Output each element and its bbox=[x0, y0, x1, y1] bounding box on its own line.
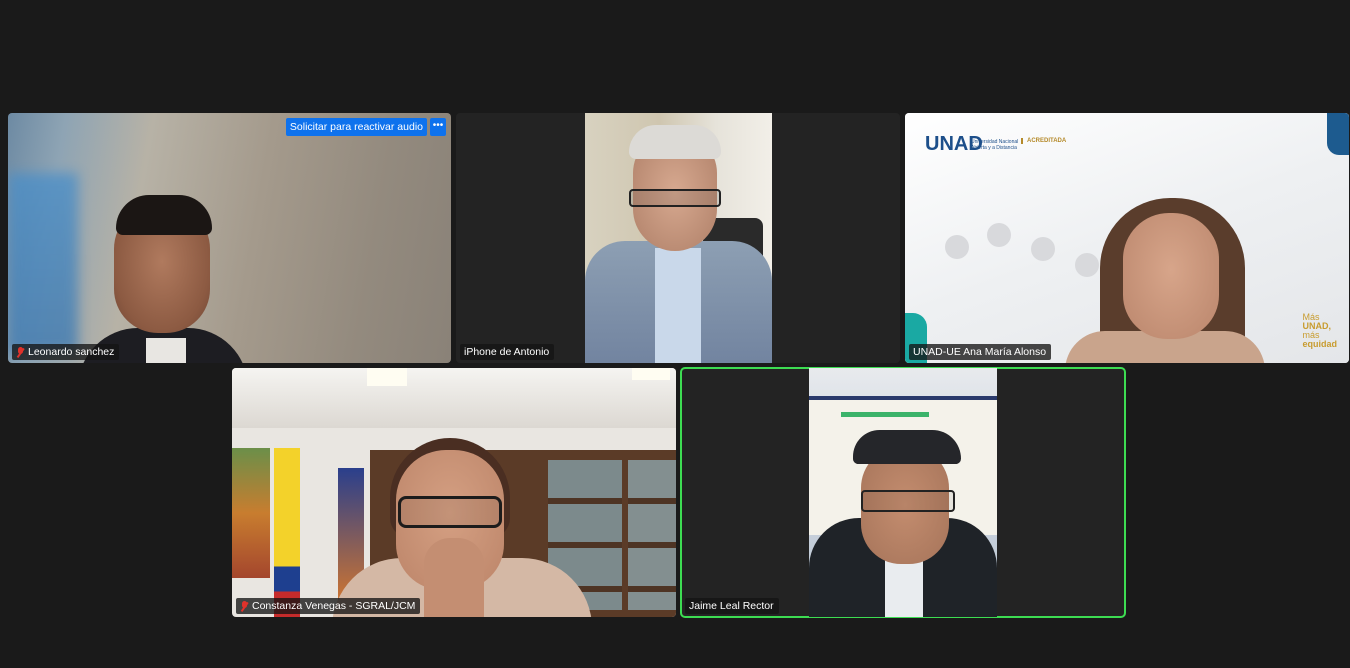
participant-name: Constanza Venegas - SGRAL/JCM bbox=[252, 600, 416, 612]
participant-hair bbox=[116, 195, 212, 235]
participant-name: Leonardo sanchez bbox=[28, 346, 115, 358]
participant-face bbox=[1123, 213, 1219, 339]
accreditation-badge: ACREDITADA bbox=[1021, 138, 1066, 144]
participant-name-tag: Jaime Leal Rector bbox=[685, 598, 779, 614]
request-unmute-group: Solicitar para reactivar audio ••• bbox=[285, 118, 446, 136]
video-tile-ana-maria[interactable]: UNAD Universidad Nacional Abierta y a Di… bbox=[905, 113, 1349, 363]
participant-name-tag: Leonardo sanchez bbox=[12, 344, 120, 360]
dot bbox=[1075, 253, 1099, 277]
participant-name-tag: Constanza Venegas - SGRAL/JCM bbox=[236, 598, 421, 614]
corner-accent bbox=[1327, 113, 1349, 155]
painting bbox=[232, 448, 270, 578]
logo-subtitle-line: Abierta y a Distancia bbox=[971, 145, 1017, 151]
mic-muted-icon bbox=[16, 346, 25, 358]
ceiling-light bbox=[632, 368, 670, 380]
flat-cap bbox=[853, 430, 961, 464]
participant-name: iPhone de Antonio bbox=[464, 346, 550, 358]
video-tile-antonio[interactable]: iPhone de Antonio bbox=[456, 113, 900, 363]
participant-shirt bbox=[655, 248, 701, 363]
video-feed bbox=[8, 113, 451, 363]
video-tile-jaime[interactable]: Jaime Leal Rector bbox=[680, 367, 1126, 618]
ceiling bbox=[232, 368, 676, 428]
video-feed bbox=[809, 368, 997, 617]
slogan-line: equidad bbox=[1302, 339, 1337, 349]
decorative-dots bbox=[945, 223, 1115, 283]
bookshelf-glass bbox=[628, 460, 676, 610]
dot bbox=[945, 235, 969, 259]
participant-shirt bbox=[146, 338, 186, 363]
video-tile-leonardo[interactable]: Solicitar para reactivar audio ••• Leona… bbox=[8, 113, 451, 363]
ceiling-light bbox=[367, 368, 407, 386]
slogan: Más UNAD, más equidad bbox=[1302, 313, 1337, 349]
participant-name-tag: iPhone de Antonio bbox=[460, 344, 555, 360]
video-tile-constanza[interactable]: Constanza Venegas - SGRAL/JCM bbox=[232, 368, 676, 617]
video-feed bbox=[585, 113, 772, 363]
participant-name: Jaime Leal Rector bbox=[689, 600, 774, 612]
participant-hand bbox=[424, 538, 484, 617]
participant-hair bbox=[629, 125, 721, 159]
participant-name-tag: UNAD-UE Ana María Alonso bbox=[909, 344, 1052, 360]
glasses bbox=[629, 189, 721, 207]
dot bbox=[1031, 237, 1055, 261]
slide-progress bbox=[841, 412, 929, 417]
video-feed bbox=[232, 368, 676, 617]
glasses bbox=[398, 496, 502, 528]
dot bbox=[987, 223, 1011, 247]
participant-name: UNAD-UE Ana María Alonso bbox=[913, 346, 1047, 358]
mic-muted-icon bbox=[240, 600, 249, 612]
logo-subtitle: Universidad Nacional Abierta y a Distanc… bbox=[971, 139, 1018, 151]
flag-colombia bbox=[274, 448, 300, 617]
virtual-background: UNAD Universidad Nacional Abierta y a Di… bbox=[905, 113, 1349, 363]
request-unmute-button[interactable]: Solicitar para reactivar audio bbox=[285, 118, 427, 136]
more-options-button[interactable]: ••• bbox=[430, 118, 446, 136]
window-glow bbox=[8, 173, 78, 353]
glasses bbox=[861, 490, 955, 512]
